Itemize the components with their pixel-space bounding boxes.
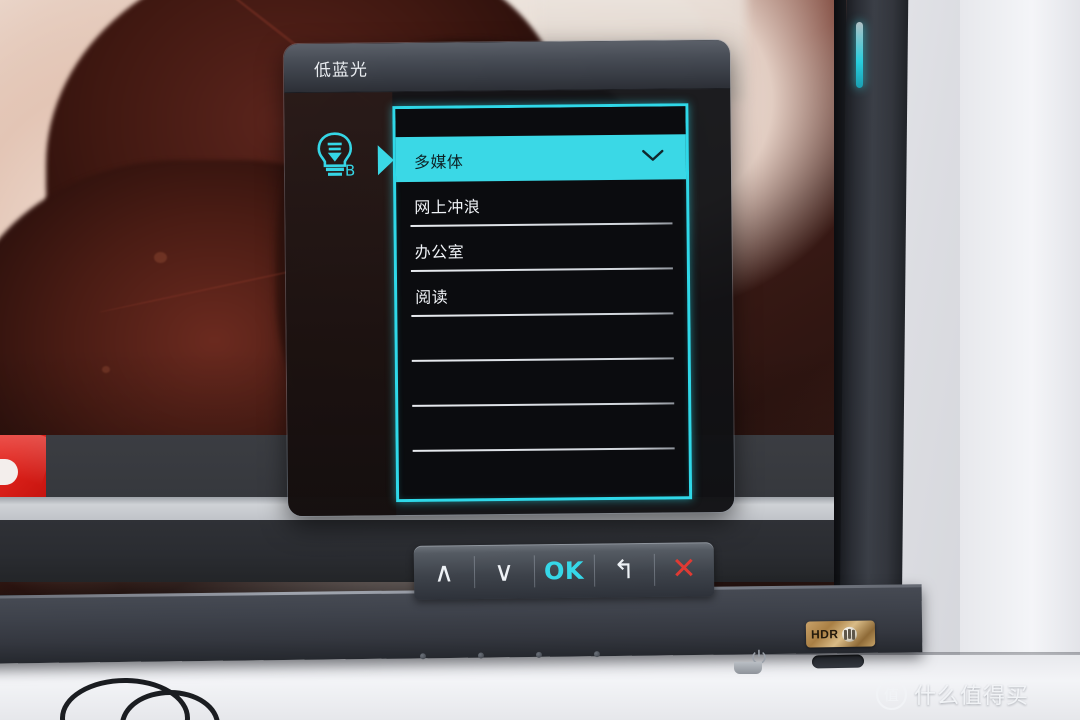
osd-hardware-keybar[interactable]: ∧ ∨ OK ↰ ✕ <box>413 542 715 600</box>
power-led-indicator <box>856 22 863 88</box>
stand-mount-slot <box>811 654 865 669</box>
osd-option-row[interactable]: 阅读 <box>397 269 687 317</box>
osd-row-separator <box>412 447 675 452</box>
selection-pointer-icon <box>377 145 395 176</box>
osd-option-row[interactable]: 多媒体 <box>377 134 687 183</box>
hdr-label: HDR <box>810 627 839 642</box>
svg-text:B: B <box>345 161 355 178</box>
watermark: 值 什么值得买 <box>876 678 1029 710</box>
up-key-glyph: ∧ <box>433 556 455 589</box>
monitor-screen: 买 中 13:57 2018/4/22 低蓝光 <box>0 0 851 595</box>
back-key[interactable]: ↰ <box>594 543 655 598</box>
wall-right <box>960 0 1080 700</box>
watermark-logo: 值 <box>876 678 907 710</box>
osd-rows: 多媒体网上冲浪办公室阅读 <box>377 134 689 452</box>
hdr-certification-badge-icon <box>841 626 857 642</box>
close-key-glyph: ✕ <box>671 551 697 587</box>
down-key-glyph: ∨ <box>493 556 515 588</box>
button-marker-3[interactable] <box>535 651 543 658</box>
osd-option-row[interactable] <box>398 404 688 452</box>
osd-dialog: 低蓝光 B 多媒体 网上冲浪 办公室 阅读 <box>283 39 735 517</box>
checkmark-icon <box>642 149 664 162</box>
osd-body: B 多媒体网上冲浪办公室阅读 <box>284 88 735 517</box>
osd-option-row[interactable]: 办公室 <box>397 224 687 272</box>
osd-option-list[interactable]: 多媒体网上冲浪办公室阅读 <box>377 103 693 503</box>
up-key[interactable]: ∧ <box>414 545 475 600</box>
ok-key-glyph: OK <box>543 556 585 586</box>
osd-option-row[interactable]: 网上冲浪 <box>396 179 686 227</box>
close-key[interactable]: ✕ <box>654 542 715 597</box>
button-marker-2[interactable] <box>477 652 485 659</box>
osd-option-label: 网上冲浪 <box>414 197 481 217</box>
osd-list-top-gap <box>395 106 686 138</box>
osd-title: 低蓝光 <box>313 60 369 81</box>
ok-key[interactable]: OK <box>534 544 595 599</box>
desktop-red-banner[interactable]: 买 <box>0 435 46 497</box>
button-marker-1[interactable] <box>419 653 427 660</box>
osd-option-row[interactable] <box>398 359 688 407</box>
monitor-foot <box>734 662 762 674</box>
screenshot-stage: 买 中 13:57 2018/4/22 低蓝光 <box>0 0 1080 720</box>
osd-titlebar: 低蓝光 <box>283 39 731 94</box>
back-key-glyph: ↰ <box>612 555 636 586</box>
osd-option-label: 办公室 <box>414 242 465 262</box>
down-key[interactable]: ∨ <box>474 544 535 599</box>
button-marker-4[interactable] <box>593 651 601 658</box>
hdr-sticker: HDR <box>805 620 876 648</box>
osd-option-label: 多媒体 <box>413 152 464 172</box>
watermark-text: 什么值得买 <box>914 684 1030 709</box>
osd-option-label: 阅读 <box>415 287 449 307</box>
low-blue-light-bulb-icon: B <box>313 130 357 180</box>
monitor-right-bezel <box>839 0 909 640</box>
osd-option-row[interactable] <box>397 314 687 362</box>
